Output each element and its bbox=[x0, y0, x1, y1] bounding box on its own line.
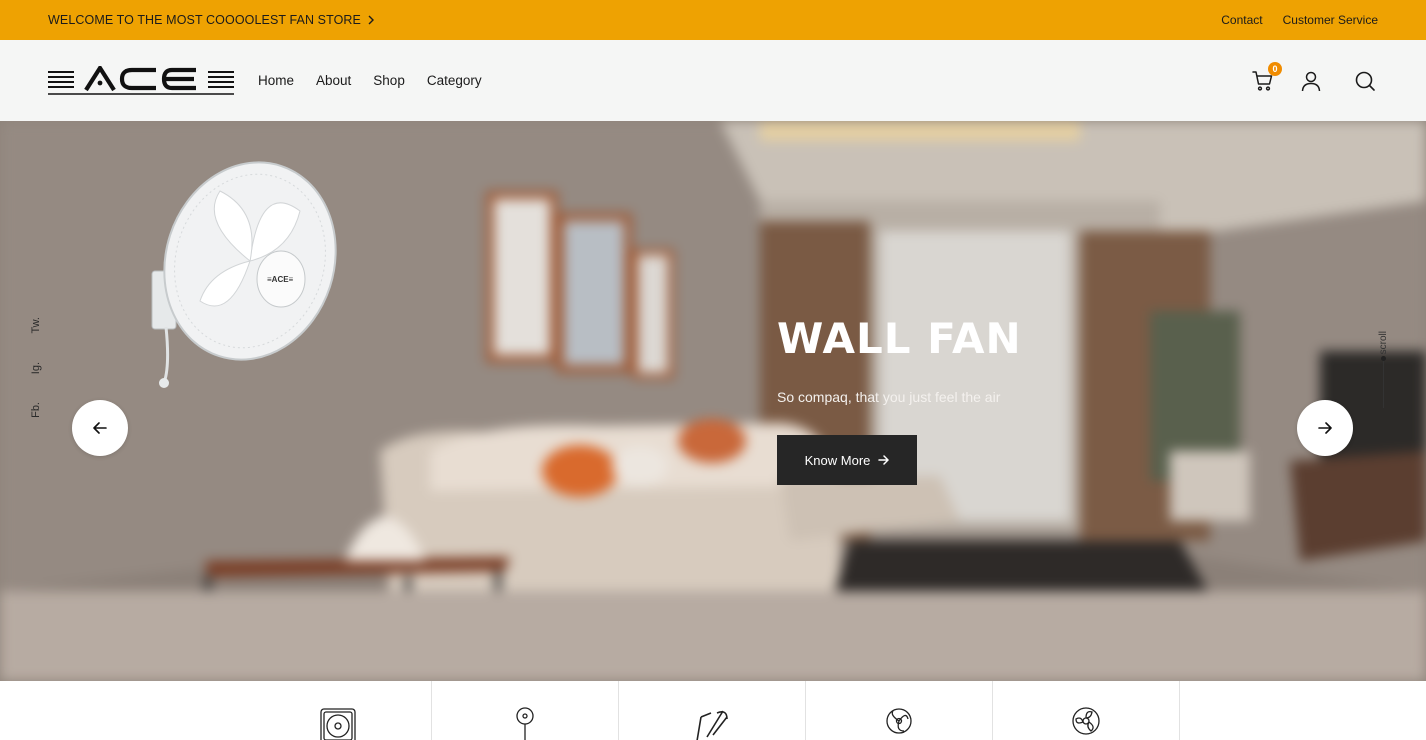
next-slide-button[interactable] bbox=[1297, 400, 1353, 456]
user-icon bbox=[1301, 71, 1321, 91]
arrow-right-icon bbox=[1318, 422, 1332, 434]
facebook-link[interactable]: Fb. bbox=[30, 402, 42, 418]
exhaust-fan-icon bbox=[320, 708, 356, 740]
announcement-bar: WELCOME TO THE MOST COOOOLEST FAN STORE … bbox=[0, 0, 1426, 40]
pedestal-fan-icon bbox=[516, 707, 534, 740]
site-header: Home About Shop Category 0 bbox=[0, 40, 1426, 121]
category-strip bbox=[0, 681, 1426, 740]
twitter-link[interactable]: Tw. bbox=[30, 317, 42, 334]
announcement-link[interactable]: WELCOME TO THE MOST COOOOLEST FAN STORE bbox=[48, 13, 375, 27]
hero-subtitle: So compaq, that you just feel the air bbox=[777, 389, 1001, 405]
scroll-indicator: scroll bbox=[1378, 331, 1389, 409]
category-ceiling-fan[interactable] bbox=[619, 681, 806, 740]
header-actions: 0 bbox=[1250, 61, 1378, 94]
hero-title: WALL FAN bbox=[777, 314, 1022, 363]
nav-category[interactable]: Category bbox=[427, 73, 482, 88]
scroll-line bbox=[1381, 356, 1386, 409]
category-wall-fan[interactable] bbox=[993, 681, 1180, 740]
contact-link[interactable]: Contact bbox=[1221, 13, 1262, 27]
customer-service-link[interactable]: Customer Service bbox=[1283, 13, 1378, 27]
category-table-fan[interactable] bbox=[806, 681, 993, 740]
cart-count-badge: 0 bbox=[1268, 61, 1282, 76]
nav-shop[interactable]: Shop bbox=[373, 73, 405, 88]
scroll-dot bbox=[1381, 356, 1386, 362]
scroll-label: scroll bbox=[1378, 331, 1389, 355]
instagram-link[interactable]: Ig. bbox=[30, 362, 42, 374]
nav-home[interactable]: Home bbox=[258, 73, 294, 88]
search-button[interactable] bbox=[1352, 68, 1378, 94]
social-links: Tw. Ig. Fb. bbox=[30, 317, 42, 418]
know-more-button[interactable]: Know More bbox=[777, 435, 917, 485]
hero-content: WALL FAN So compaq, that you just feel t… bbox=[777, 314, 1022, 485]
main-nav: Home About Shop Category bbox=[258, 73, 482, 88]
know-more-label: Know More bbox=[804, 452, 871, 468]
category-exhaust-fan[interactable] bbox=[245, 681, 432, 740]
ceiling-fan-icon bbox=[696, 710, 728, 740]
previous-slide-button[interactable] bbox=[72, 400, 128, 456]
chevron-right-icon bbox=[368, 15, 374, 25]
hero-slider: ≡ACE≡ Tw. Ig. Fb. WALL FAN So compaq, th… bbox=[0, 121, 1426, 681]
category-pedestal-fan[interactable] bbox=[432, 681, 619, 740]
nav-about[interactable]: About bbox=[316, 73, 351, 88]
top-links: Contact Customer Service bbox=[1221, 13, 1378, 27]
announcement-text: WELCOME TO THE MOST COOOOLEST FAN STORE bbox=[48, 13, 361, 27]
wall-fan-icon bbox=[1072, 707, 1100, 735]
table-fan-icon bbox=[886, 708, 912, 734]
cart-button[interactable]: 0 bbox=[1250, 61, 1282, 94]
svg-text:≡ACE≡: ≡ACE≡ bbox=[267, 275, 294, 284]
arrow-right-icon bbox=[878, 455, 890, 465]
search-icon bbox=[1355, 71, 1375, 91]
account-button[interactable] bbox=[1298, 68, 1324, 94]
ace-logo[interactable] bbox=[48, 65, 234, 96]
arrow-left-icon bbox=[93, 422, 107, 434]
wall-fan-image: ≡ACE≡ bbox=[151, 161, 337, 388]
